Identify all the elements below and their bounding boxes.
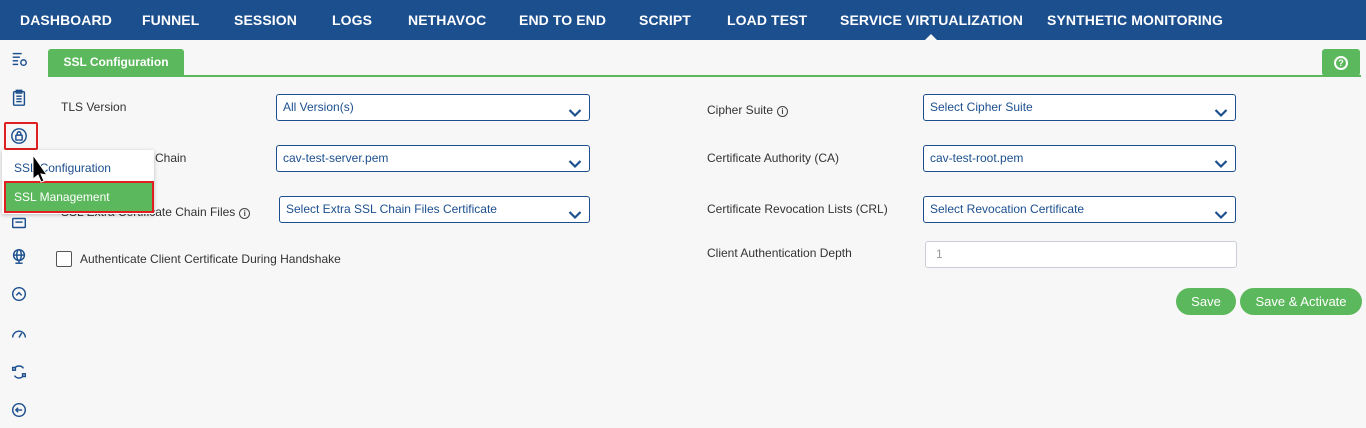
cipher-suite-select[interactable]: Select Cipher Suite [923,94,1236,121]
save-button[interactable]: Save [1176,288,1236,315]
speedometer-icon[interactable] [9,323,29,343]
nav-session[interactable]: SESSION [234,0,297,40]
left-rail [0,40,40,428]
nav-service-virtualization[interactable]: SERVICE VIRTUALIZATION [840,0,1023,40]
save-activate-button[interactable]: Save & Activate [1240,288,1362,315]
chevron-down-icon [568,204,582,220]
mouse-cursor-icon [32,153,49,183]
crl-label: Certificate Revocation Lists (CRL) [707,202,888,216]
nav-funnel[interactable]: FUNNEL [142,0,199,40]
chevron-down-icon [1214,204,1228,220]
menu-item-ssl-management[interactable]: SSL Management [4,181,154,213]
chevron-up-circle-icon[interactable] [9,284,29,304]
help-icon: ? [1334,55,1348,70]
clipboard-icon[interactable] [9,88,29,108]
settings-list-icon[interactable] [9,49,29,69]
info-icon[interactable]: i [239,208,251,219]
tab-ssl-configuration[interactable]: SSL Configuration [48,49,184,76]
certificate-authority-select[interactable]: cav-test-root.pem [923,145,1236,172]
nav-logs[interactable]: LOGS [332,0,372,40]
tls-version-value: All Version(s) [283,100,354,114]
certificate-chain-select[interactable]: cav-test-server.pem [276,145,590,172]
lock-icon-highlight [4,122,38,150]
info-icon[interactable]: i [777,106,789,117]
chevron-down-icon [568,153,582,169]
chevron-down-icon [1214,153,1228,169]
nav-load-test[interactable]: LOAD TEST [727,0,807,40]
cipher-suite-label-text: Cipher Suite [707,103,774,117]
cipher-suite-label: Cipher Suite i [707,103,789,117]
tls-version-select[interactable]: All Version(s) [276,94,590,121]
help-button[interactable]: ? [1322,49,1360,76]
menu-item-ssl-configuration[interactable]: SSL Configuration [14,161,111,175]
nav-script[interactable]: SCRIPT [639,0,691,40]
nav-dashboard[interactable]: DASHBOARD [20,0,112,40]
crl-value: Select Revocation Certificate [930,202,1085,216]
authenticate-client-label: Authenticate Client Certificate During H… [80,252,341,266]
arrow-left-circle-icon[interactable] [9,400,29,420]
client-auth-depth-label: Client Authentication Depth [707,246,852,260]
nav-end-to-end[interactable]: END TO END [519,0,606,40]
crl-select[interactable]: Select Revocation Certificate [923,196,1236,223]
client-auth-depth-input[interactable]: 1 [925,241,1237,268]
certificate-authority-value: cav-test-root.pem [930,151,1024,165]
tab-bar: SSL Configuration [48,49,1361,77]
extra-chain-files-value: Select Extra SSL Chain Files Certificate [286,202,497,216]
cycle-icon[interactable] [9,362,29,382]
certificate-chain-value: cav-test-server.pem [283,151,389,165]
extra-chain-files-select[interactable]: Select Extra SSL Chain Files Certificate [279,196,590,223]
tls-version-label: TLS Version [61,100,127,114]
chevron-down-icon [1214,102,1228,118]
certificate-authority-label: Certificate Authority (CA) [707,151,840,165]
top-navigation: DASHBOARD FUNNEL SESSION LOGS NETHAVOC E… [0,0,1366,40]
ssl-popup-menu: SSL Configuration SSL Management [2,150,154,214]
cipher-suite-value: Select Cipher Suite [930,100,1033,114]
chevron-down-icon [568,102,582,118]
nav-nethavoc[interactable]: NETHAVOC [408,0,486,40]
certificate-chain-label: Chain [155,151,187,165]
authenticate-client-checkbox[interactable] [56,251,72,267]
nav-synthetic-monitoring[interactable]: SYNTHETIC MONITORING [1047,0,1223,40]
certificate-icon[interactable] [9,213,29,233]
globe-icon[interactable] [9,246,29,266]
